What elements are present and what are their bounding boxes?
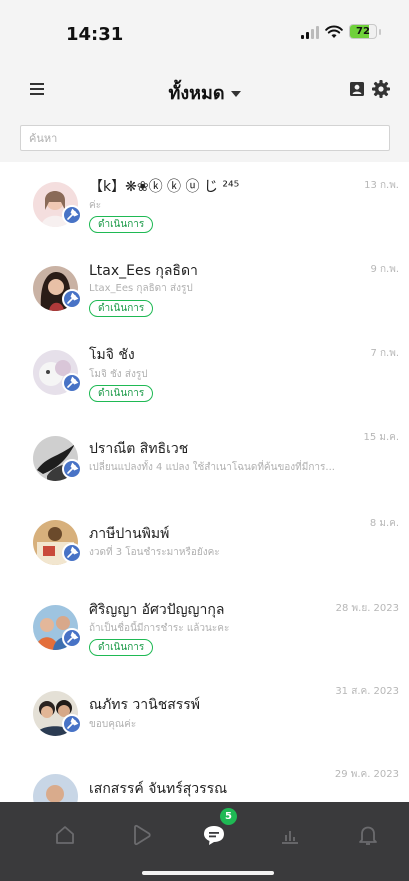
bell-icon xyxy=(359,826,377,845)
chat-name: ณภัทร วานิชสรรพ์ xyxy=(89,697,201,713)
tab-chats[interactable] xyxy=(201,822,227,848)
chat-date: 31 ส.ค. 2023 xyxy=(335,686,399,697)
status-tag: ดำเนินการ xyxy=(89,300,154,317)
chat-name: 【k】❋❀ⓚ ⓚ ⓤ じ ²⁴⁵ xyxy=(89,179,240,195)
chat-filter-dropdown[interactable]: ทั้งหมด xyxy=(0,78,409,107)
chat-date: 9 ก.พ. xyxy=(370,264,399,275)
pin-icon xyxy=(62,205,82,225)
gear-icon[interactable] xyxy=(371,79,391,99)
chat-list-item[interactable]: 【k】❋❀ⓚ ⓚ ⓤ じ ²⁴⁵ ค่ะ ดำเนินการ 13 ก.พ. xyxy=(0,162,409,248)
pin-icon xyxy=(62,543,82,563)
home-icon xyxy=(56,826,74,844)
pin-icon xyxy=(62,628,82,648)
pin-icon xyxy=(62,373,82,393)
wifi-icon xyxy=(325,25,343,38)
page-title: ทั้งหมด xyxy=(168,83,225,104)
chat-preview: ค่ะ xyxy=(89,200,102,211)
search-bar xyxy=(0,118,409,162)
chat-list-item[interactable]: เสกสรรค์ จันทร์สุวรรณ 29 พ.ค. 2023 xyxy=(0,762,409,802)
chat-name: โมจิ ชัง xyxy=(89,347,135,363)
chat-name: เสกสรรค์ จันทร์สุวรรณ xyxy=(89,781,228,797)
chat-date: 8 ม.ค. xyxy=(369,518,399,529)
status-tag: ดำเนินการ xyxy=(89,639,154,656)
contact-card-icon[interactable] xyxy=(349,81,365,97)
battery-level: 72 xyxy=(356,26,370,37)
chat-preview: Ltax_Ees กุลธิดา ส่งรูป xyxy=(89,283,193,294)
chat-name: ศิริญญา อัศวปัญญากุล xyxy=(89,602,225,618)
pin-icon xyxy=(62,289,82,309)
pin-icon xyxy=(62,714,82,734)
tab-stats[interactable] xyxy=(277,822,303,848)
chat-preview: โมจิ ชัง ส่งรูป xyxy=(89,369,148,380)
status-bar: 14:31 72 xyxy=(0,0,409,66)
tab-home[interactable] xyxy=(52,822,78,848)
chat-list: 【k】❋❀ⓚ ⓚ ⓤ じ ²⁴⁵ ค่ะ ดำเนินการ 13 ก.พ. L… xyxy=(0,162,409,802)
chat-list-item[interactable]: ภาษีปานพิมพ์ งวดที่ 3 โอนชำระมาหรือยังคะ… xyxy=(0,504,409,588)
status-tag: ดำเนินการ xyxy=(89,216,154,233)
chat-list-item[interactable]: โมจิ ชัง โมจิ ชัง ส่งรูป ดำเนินการ 7 ก.พ… xyxy=(0,334,409,420)
search-input[interactable] xyxy=(20,125,390,151)
status-time: 14:31 xyxy=(66,24,124,45)
chat-date: 7 ก.พ. xyxy=(370,348,399,359)
pin-icon xyxy=(62,459,82,479)
chat-preview: งวดที่ 3 โอนชำระมาหรือยังคะ xyxy=(89,547,220,558)
chat-preview: ถ้าเป็นชื่อนี้มีการชำระ แล้วนะคะ xyxy=(89,623,230,634)
play-icon xyxy=(134,824,151,846)
chat-icon xyxy=(204,826,224,845)
battery-cap xyxy=(379,28,381,35)
tab-notifications[interactable] xyxy=(355,822,381,848)
signal-icon xyxy=(301,25,319,39)
chat-list-item[interactable]: ปราณีต สิทธิเวช เปลี่ยนแปลงทั้ง 4 แปลง ใ… xyxy=(0,420,409,504)
chat-name: ภาษีปานพิมพ์ xyxy=(89,526,170,542)
avatar xyxy=(33,774,78,802)
unread-badge: 5 xyxy=(220,808,237,825)
home-indicator[interactable] xyxy=(142,871,274,875)
chat-date: 13 ก.พ. xyxy=(364,180,399,191)
status-icons: 72 xyxy=(301,24,381,39)
chat-date: 28 พ.ย. 2023 xyxy=(335,603,399,614)
chat-name: ปราณีต สิทธิเวช xyxy=(89,441,189,457)
battery-icon: 72 xyxy=(349,24,377,39)
bottom-tab-bar: 5 xyxy=(0,802,409,881)
caret-down-icon xyxy=(230,91,241,97)
header: ทั้งหมด xyxy=(0,66,409,118)
chat-name: Ltax_Ees กุลธิดา xyxy=(89,263,198,279)
chat-date: 29 พ.ค. 2023 xyxy=(334,769,399,780)
stats-icon xyxy=(282,831,298,844)
chat-list-item[interactable]: Ltax_Ees กุลธิดา Ltax_Ees กุลธิดา ส่งรูป… xyxy=(0,248,409,334)
chat-preview: ขอบคุณค่ะ xyxy=(89,719,137,730)
chat-list-item[interactable]: ณภัทร วานิชสรรพ์ ขอบคุณค่ะ 31 ส.ค. 2023 xyxy=(0,678,409,762)
chat-preview: เปลี่ยนแปลงทั้ง 4 แปลง ใช้สำเนาโฉนดที่ค้… xyxy=(89,462,335,473)
chat-date: 15 ม.ค. xyxy=(363,432,399,443)
tab-play[interactable] xyxy=(128,822,154,848)
status-tag: ดำเนินการ xyxy=(89,385,154,402)
chat-list-item[interactable]: ศิริญญา อัศวปัญญากุล ถ้าเป็นชื่อนี้มีการ… xyxy=(0,588,409,678)
